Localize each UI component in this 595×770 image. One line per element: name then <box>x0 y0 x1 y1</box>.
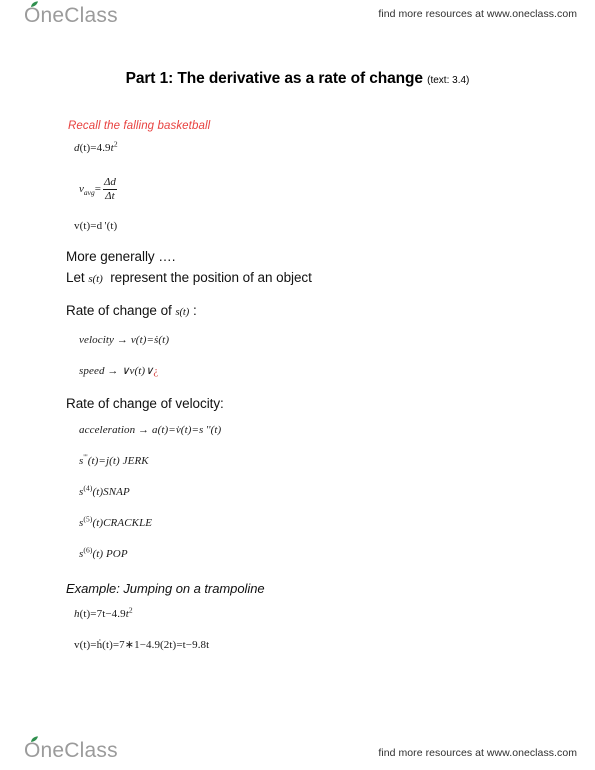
equation-average-velocity-subscript: avg <box>83 188 95 198</box>
equation-crackle-arg: (t) <box>92 517 104 529</box>
equation-speed-line: speed → ∨v(t)∨¿ <box>79 364 158 377</box>
brand-logo-text-header: OneClass <box>24 4 118 27</box>
equation-velocity-definition: v(t)=d '(t) <box>74 220 118 232</box>
equation-height: h(t)=7t−4.9t2 <box>74 605 133 620</box>
equation-pop-name: POP <box>105 548 128 560</box>
text-let-prefix: Let <box>66 270 85 285</box>
text-let-position: Let s(t) represent the position of an ob… <box>66 270 312 285</box>
equation-pop: s(6)(t) POP <box>79 546 128 560</box>
equation-distance-exponent: 2 <box>113 139 118 149</box>
equation-distance-arg: (t) <box>79 142 91 154</box>
equation-velocity-label: velocity <box>79 334 114 346</box>
apple-leaf-icon-footer <box>31 736 38 742</box>
equation-distance-eq: =4.9 <box>90 142 111 154</box>
equation-acceleration-body: a(t)=v̇(t)=s ''(t) <box>152 424 222 436</box>
equation-acceleration-arrow: → <box>138 424 150 436</box>
equation-distance: d(t)=4.9t2 <box>74 139 118 154</box>
recall-heading: Recall the falling basketball <box>68 120 211 132</box>
equation-velocity-line: velocity → v(t)=ṡ(t) <box>79 334 169 346</box>
page-title-reference: (text: 3.4) <box>427 75 470 86</box>
equation-acceleration-label: acceleration <box>79 424 136 436</box>
text-rate-of-change-velocity: Rate of change of velocity: <box>66 396 224 411</box>
equation-speed-label: speed <box>79 365 105 377</box>
inline-math-s-of-t-let: s(t) <box>88 273 103 285</box>
equation-jerk-arg: (t)=j(t) <box>87 455 120 467</box>
text-let-suffix: represent the position of an object <box>110 270 312 285</box>
equation-snap: s(4)(t)SNAP <box>79 484 130 498</box>
resources-note-header[interactable]: find more resources at www.oneclass.com <box>378 8 577 20</box>
brand-logo-footer[interactable]: OneClass <box>24 736 118 762</box>
brand-logo-header[interactable]: OneClass <box>24 1 118 27</box>
equation-height-arg: (t) <box>79 608 91 620</box>
equation-trampoline-velocity: v(t)=ḣ(t)=7∗1−4.9(2t)=t−9.8t <box>74 639 210 651</box>
equation-speed-trailing-glyph: ¿ <box>153 365 159 377</box>
equation-snap-arg: (t) <box>92 486 104 498</box>
inline-math-s-of-t-rate: s(t) <box>175 307 190 318</box>
equation-speed-arrow: → <box>107 365 119 377</box>
resources-note-footer[interactable]: find more resources at www.oneclass.com <box>378 747 577 759</box>
page-title: Part 1: The derivative as a rate of chan… <box>0 70 595 88</box>
text-rate-of-change-position: Rate of change of s(t) : <box>66 303 197 318</box>
equation-velocity-body: v(t)=ṡ(t) <box>130 334 170 346</box>
equation-average-velocity-lhs: vavg <box>79 183 95 198</box>
equation-crackle: s(5)(t)CRACKLE <box>79 515 153 529</box>
equation-speed-body: ∨v(t)∨ <box>121 365 154 377</box>
apple-leaf-icon <box>31 1 38 7</box>
brand-logo-text-footer: OneClass <box>24 739 118 762</box>
fraction-delta-d-over-delta-t: Δd Δt <box>102 176 118 202</box>
equation-acceleration-line: acceleration → a(t)=v̇(t)=s ''(t) <box>79 424 221 436</box>
equation-snap-name: SNAP <box>103 486 130 498</box>
page-title-main: Part 1: The derivative as a rate of chan… <box>125 70 423 87</box>
text-more-generally: More generally …. <box>66 249 176 264</box>
equation-crackle-name: CRACKLE <box>103 517 153 529</box>
fraction-denominator: Δt <box>103 188 117 202</box>
equation-height-exponent: 2 <box>128 605 133 615</box>
fraction-numerator: Δd <box>103 176 116 188</box>
text-example-heading: Example: Jumping on a trampoline <box>66 581 265 596</box>
equation-pop-arg: (t) <box>92 548 104 560</box>
equation-average-velocity: vavg = Δd Δt <box>79 176 118 202</box>
text-rate-prefix: Rate of change of <box>66 303 172 318</box>
text-rate-suffix: : <box>192 303 197 318</box>
equation-jerk-name: JERK <box>122 455 149 467</box>
equation-height-eq: =7t−4.9 <box>90 608 126 620</box>
equation-velocity-arrow: → <box>116 334 128 346</box>
equation-average-velocity-equals: = <box>94 183 101 196</box>
equation-jerk: s'''(t)=j(t) JERK <box>79 453 149 467</box>
